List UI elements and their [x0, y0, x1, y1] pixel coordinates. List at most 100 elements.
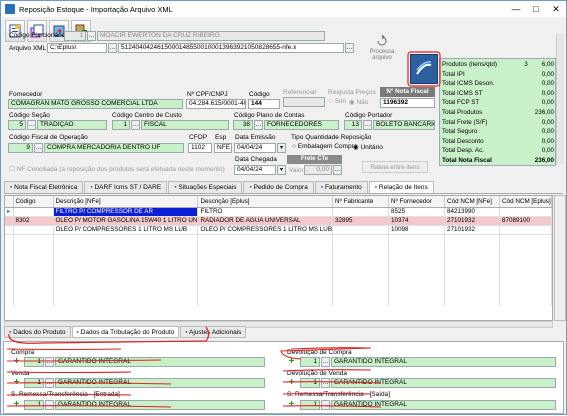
nf-conciliada-label: NF Conciliada (a reposição dos produtos …	[16, 166, 225, 173]
remessa-entrada-lookup-button[interactable]: …	[45, 400, 54, 410]
venda-lookup-button[interactable]: …	[45, 378, 54, 388]
esp-field[interactable]: NFE	[214, 143, 232, 153]
bottom-tab-2[interactable]: ▪ Ajustes Adicionais	[180, 326, 247, 338]
nota-fiscal-field[interactable]: 1196392	[380, 98, 435, 108]
totals-values: 236,00	[535, 157, 554, 164]
tab-1[interactable]: ▪ DARF Icms ST / DARE	[84, 181, 168, 193]
portador-label: Código Portador	[345, 112, 393, 119]
empty-cell	[444, 243, 501, 252]
funcionario-lookup-button[interactable]: …	[87, 31, 96, 41]
maximize-icon[interactable]: □	[526, 1, 546, 17]
column-header[interactable]: Cód NCM [Eplus]	[499, 196, 552, 208]
codigo-field[interactable]: 144	[248, 99, 280, 109]
table-cell: 84213990	[444, 207, 501, 217]
add-icon[interactable]: +	[287, 400, 296, 410]
centro-custo-lookup-button[interactable]: …	[131, 120, 140, 130]
remessa-saida-field[interactable]: 1	[300, 400, 320, 410]
fornecedor-field[interactable]: COMAGRAN MATO GROSSO COMERCIAL LTDA	[8, 99, 183, 109]
column-header[interactable]	[5, 196, 14, 208]
nf-conciliada-checkbox[interactable]: ☐ NF Conciliada (a reposição dos produto…	[9, 165, 225, 173]
tab-label: Situações Especiais	[178, 184, 237, 191]
portador-lookup-button[interactable]: …	[363, 120, 372, 130]
column-header[interactable]: Código	[13, 196, 54, 208]
column-header[interactable]: Cód NCM [NFe]	[444, 196, 501, 208]
tab-5[interactable]: ▪ Relação de Itens	[368, 181, 434, 193]
codigo-secao-field[interactable]: 5	[8, 120, 26, 130]
empty-row	[5, 288, 552, 297]
codigo-label: Código	[249, 91, 270, 98]
compra-lookup-button[interactable]: …	[45, 357, 54, 367]
totals-values: 0,00	[542, 90, 554, 97]
embalagem-compra-radio[interactable]: ○ Embalagem Compra	[292, 143, 357, 150]
add-icon[interactable]: +	[12, 378, 21, 388]
codigo-funcionario-field[interactable]: 1	[64, 31, 86, 41]
column-header[interactable]: Nº Fabricante	[332, 196, 390, 208]
folder-icon[interactable]: …	[108, 43, 117, 53]
cfop-label: CFOP	[189, 134, 208, 141]
table-row[interactable]: 8302 OLEO P/ MOTOR GASOLINA 15W40 1 LITRO…	[5, 216, 552, 226]
processa-arquivo-label: Processa arquivo	[369, 49, 395, 61]
file-browse-button[interactable]: …	[345, 43, 354, 53]
calendar-icon[interactable]: ▾	[277, 165, 286, 175]
table-row[interactable]: ▸ FILTRO P/ COMPRESSOR DE AR FILTRO 8525 842…	[5, 207, 552, 217]
close-icon[interactable]: ✕	[546, 1, 566, 17]
add-icon[interactable]: +	[12, 357, 21, 367]
dev-venda-field[interactable]: 1	[300, 378, 320, 388]
empty-cell	[197, 297, 334, 306]
remessa-entrada-field[interactable]: 1	[24, 400, 44, 410]
fiscal-operacao-field[interactable]: 9	[8, 143, 33, 153]
add-icon[interactable]: +	[287, 357, 296, 367]
app-icon	[5, 4, 15, 14]
remessa-saida-nome-field: GARANTIDO INTEGRAL	[331, 400, 556, 410]
calendar-icon[interactable]: ▾	[277, 143, 286, 153]
add-icon[interactable]: +	[287, 378, 296, 388]
fiscal-operacao-lookup-button[interactable]: …	[34, 143, 43, 153]
empty-cell	[5, 252, 14, 261]
totals-scrollbar[interactable]	[556, 34, 564, 164]
arquivo-xml-chave-field[interactable]: 5124040424615000148550010001396392105082…	[118, 43, 344, 53]
tab-3[interactable]: ▪ Pedido de Compra	[243, 181, 314, 193]
cfop-field[interactable]: 1102	[188, 143, 212, 153]
empty-cell	[499, 288, 552, 297]
empty-cell	[13, 288, 54, 297]
cpf-cnpj-field[interactable]: 04.284.615/0001-40	[186, 99, 246, 109]
plano-contas-field[interactable]: 38	[233, 120, 253, 130]
data-chegada-field[interactable]: 04/04/24	[234, 165, 276, 175]
totals-values: 0,00	[542, 71, 554, 78]
processa-arquivo-button[interactable]: Processa arquivo	[363, 34, 401, 63]
bottom-tab-0[interactable]: ▪ Dados do Produto	[4, 326, 71, 338]
add-icon[interactable]: +	[12, 400, 21, 410]
totals-label: Total IPI	[442, 70, 465, 78]
table-cell: 27101932	[444, 216, 501, 226]
column-header[interactable]: Descrição [NFe]	[53, 196, 199, 208]
unitario-radio[interactable]: ◉ Unitário	[353, 143, 383, 151]
tipo-quantidade-label: Tipo Quantidade Reposição	[291, 134, 372, 141]
table-row[interactable]: OLEO P/ COMPRESSORES 1 LITRO MS LUB OLEO …	[5, 225, 552, 235]
empty-cell	[332, 252, 390, 261]
bottom-tab-1[interactable]: ▪ Dados da Tributação do Produto	[71, 326, 180, 338]
table-cell: 10374	[388, 216, 446, 226]
tab-0[interactable]: ▪ Nota Fiscal Eletrônica	[4, 181, 84, 193]
data-emissao-field[interactable]: 04/04/24	[234, 143, 276, 153]
secao-lookup-button[interactable]: …	[27, 120, 36, 130]
portador-field[interactable]: 13	[344, 120, 362, 130]
column-header[interactable]: Descrição [Eplus]	[197, 196, 334, 208]
rateia-entre-itens-button[interactable]: Rateia entre itens	[362, 161, 428, 173]
venda-field[interactable]: 1	[24, 378, 44, 388]
tab-2[interactable]: ▪ Situações Especiais	[168, 181, 243, 193]
compra-field[interactable]: 1	[24, 357, 44, 367]
nao-radio[interactable]: ◉ Não	[349, 98, 368, 106]
arquivo-xml-path-field[interactable]: C:\Eplus\	[47, 43, 107, 53]
column-header[interactable]: Nº Fornecedor	[388, 196, 446, 208]
plano-contas-lookup-button[interactable]: …	[254, 120, 263, 130]
grid-vertical-scrollbar[interactable]	[554, 195, 566, 321]
dev-compra-lookup-button[interactable]: …	[321, 357, 330, 367]
dev-venda-lookup-button[interactable]: …	[321, 378, 330, 388]
tab-4[interactable]: ▪ Faturamento	[314, 181, 368, 193]
dev-compra-field[interactable]: 1	[300, 357, 320, 367]
sim-radio[interactable]: ○ Sim	[329, 98, 346, 105]
remessa-saida-lookup-button[interactable]: …	[321, 400, 330, 410]
centro-custo-field[interactable]: 1	[112, 120, 130, 130]
minimize-icon[interactable]: —	[506, 1, 526, 17]
empty-cell	[332, 243, 390, 252]
